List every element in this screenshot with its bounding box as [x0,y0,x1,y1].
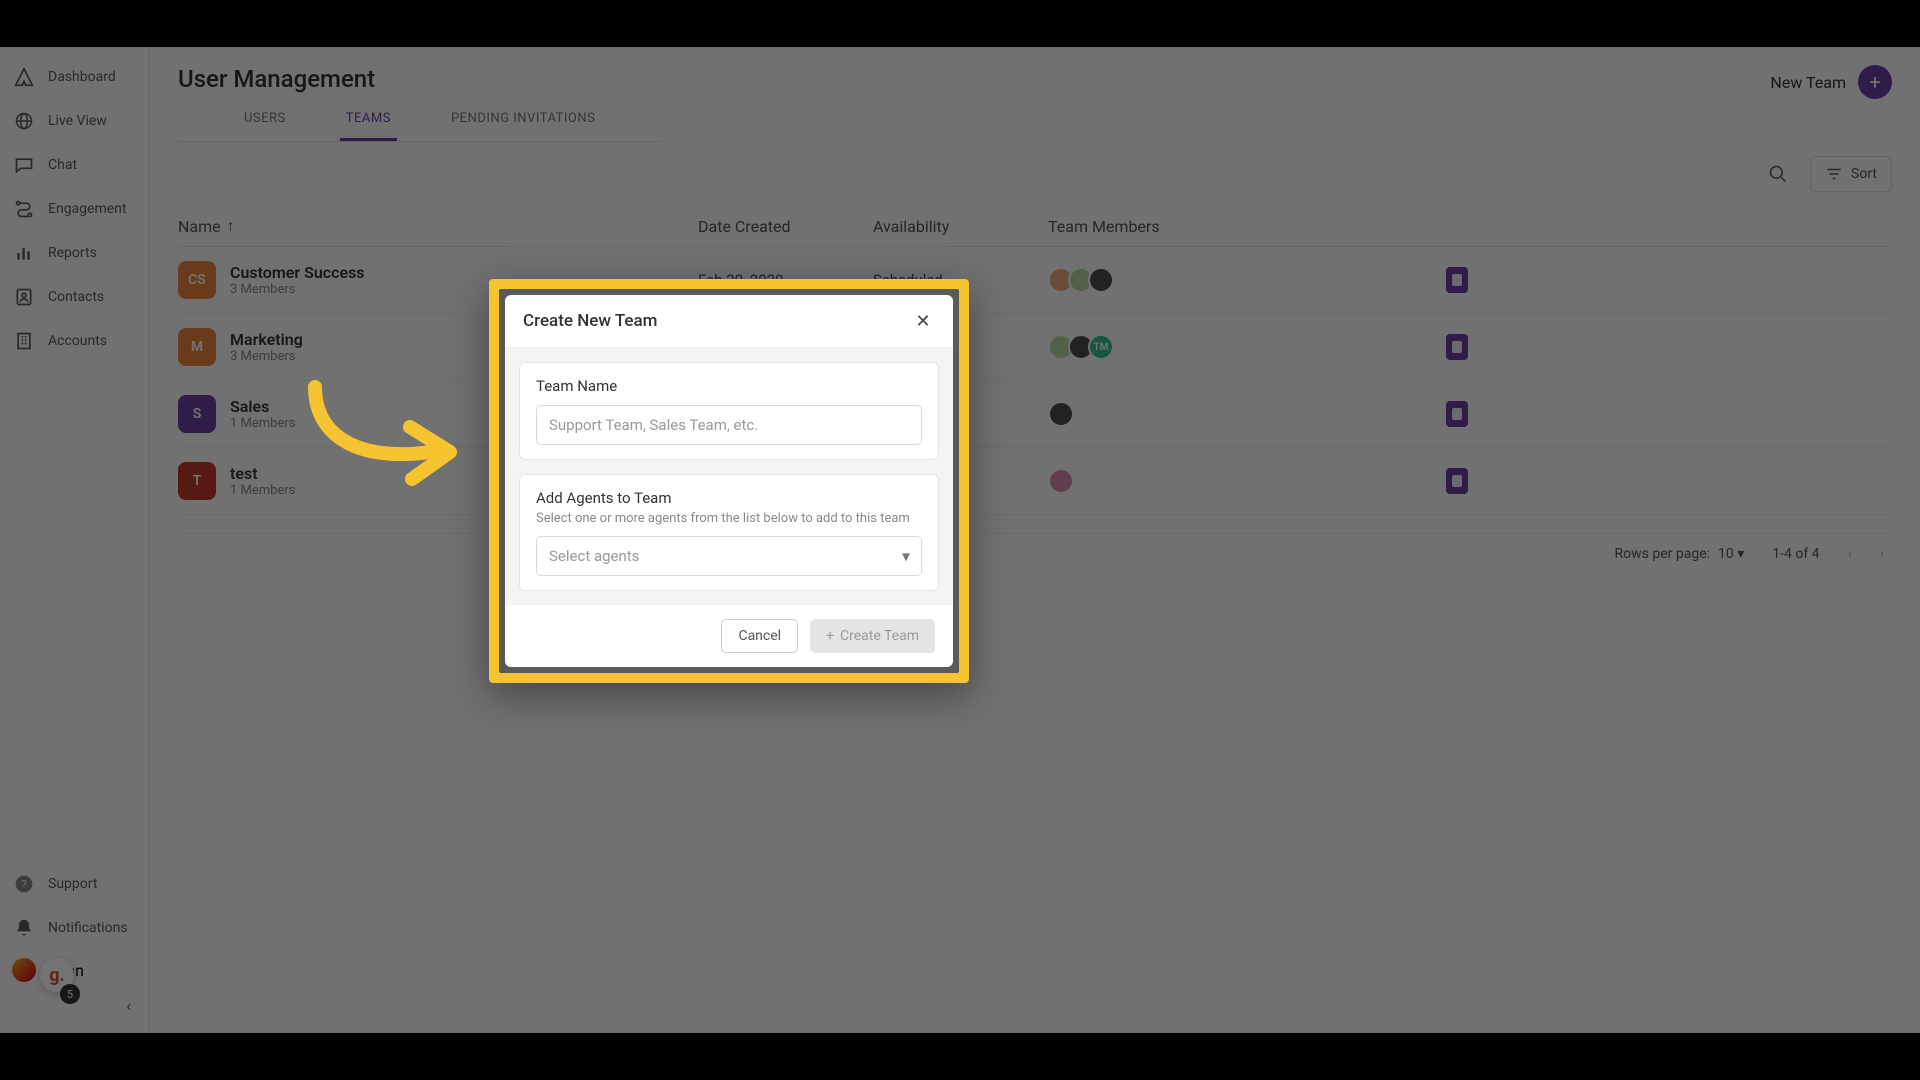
add-agents-sublabel: Select one or more agents from the list … [536,511,922,526]
plus-icon: + [826,628,834,644]
team-name-label: Team Name [536,377,922,395]
agents-select[interactable] [536,536,922,576]
modal-highlight-frame: Create New Team ✕ Team Name Add Agents t… [489,279,969,683]
close-icon: ✕ [915,311,930,332]
create-team-modal: Create New Team ✕ Team Name Add Agents t… [505,295,953,667]
cancel-button[interactable]: Cancel [721,619,798,653]
team-name-field: Team Name [519,362,939,460]
team-name-input[interactable] [536,405,922,445]
add-agents-label: Add Agents to Team [536,489,922,507]
app-shell: Dashboard Live View Chat Engagement Repo… [0,47,1920,1033]
modal-close-button[interactable]: ✕ [911,309,935,333]
create-team-label: Create Team [840,628,919,644]
create-team-button[interactable]: + Create Team [810,619,935,653]
add-agents-field: Add Agents to Team Select one or more ag… [519,474,939,591]
modal-title: Create New Team [523,311,657,331]
